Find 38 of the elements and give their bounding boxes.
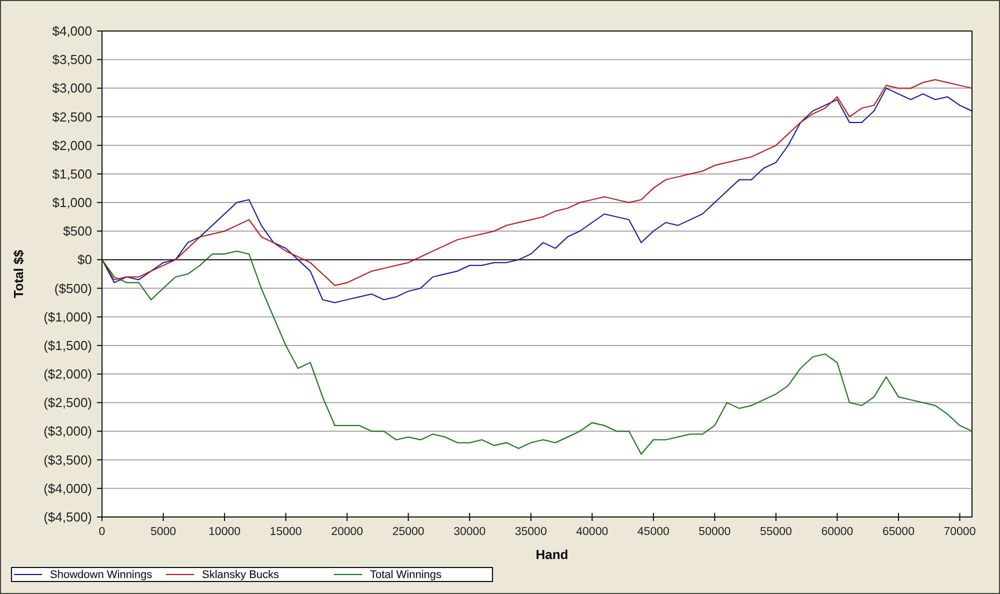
y-tick-label: $0 (78, 252, 92, 268)
legend-label: Sklansky Bucks (202, 568, 280, 580)
y-tick-label: ($2,500) (44, 395, 92, 410)
y-tick-label: ($4,000) (44, 480, 92, 496)
x-tick-label: 30000 (454, 526, 486, 538)
y-tick-label: $3,000 (52, 80, 92, 96)
y-tick-label: ($3,000) (44, 424, 92, 439)
x-tick-label: 35000 (514, 526, 547, 538)
y-tick-label: ($3,500) (44, 452, 92, 468)
y-tick-label: $1,000 (52, 195, 92, 210)
y-tick-label: $1,500 (52, 166, 92, 182)
x-tick-label: 10000 (208, 526, 241, 538)
y-axis-title: Total $$ (11, 250, 26, 298)
x-tick-label: 55000 (760, 526, 792, 538)
y-tick-label: $4,000 (52, 24, 92, 38)
y-tick-label: ($1,500) (44, 338, 92, 353)
y-tick-label: ($500) (54, 280, 92, 296)
y-tick-label: ($1,000) (44, 309, 92, 324)
x-axis-title: Hand (536, 547, 568, 562)
y-tick-label: ($4,500) (44, 510, 92, 524)
x-tick-label: 45000 (637, 526, 670, 538)
y-tick-label: $500 (63, 224, 92, 239)
legend-label: Showdown Winnings (50, 568, 152, 580)
x-tick-label: 50000 (698, 526, 731, 538)
x-tick-label: 25000 (392, 526, 424, 538)
x-tick-label: 70000 (944, 526, 976, 538)
x-tick-label: 60000 (821, 526, 854, 538)
y-tick-label: $3,500 (52, 52, 92, 68)
x-tick-label: 0 (98, 526, 106, 538)
y-tick-label: $2,500 (52, 109, 92, 124)
y-tick-label: $2,000 (52, 138, 92, 153)
x-tick-label: 65000 (882, 526, 914, 538)
x-tick-label: 20000 (331, 526, 364, 538)
y-tick-label: ($2,000) (44, 366, 92, 382)
legend-label: Total Winnings (370, 568, 442, 580)
x-tick-label: 5000 (150, 526, 176, 538)
x-tick-label: 40000 (576, 526, 608, 538)
x-tick-label: 15000 (270, 526, 302, 538)
